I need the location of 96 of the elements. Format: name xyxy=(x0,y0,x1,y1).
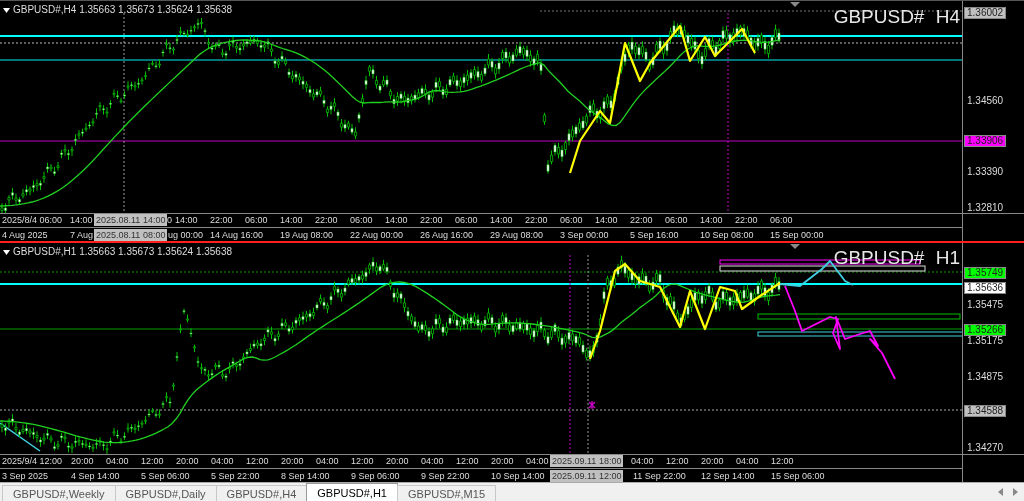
date-label: 19 Aug 08:00 xyxy=(280,229,334,241)
crosshair-time-label: 2025.09.11 18:00 xyxy=(550,455,624,467)
date-label: 14 Aug 16:00 xyxy=(210,229,264,241)
time-label: 2025/9/4 12:00 xyxy=(2,455,63,467)
date-label: 22 Aug 00:00 xyxy=(350,229,404,241)
date-label: 3 Sep 00:00 xyxy=(560,229,609,241)
time-label: 22:00 xyxy=(420,214,443,226)
date-label: 10 Sep 08:00 xyxy=(700,229,754,241)
chart-tab[interactable]: GBPUSD#,Weekly xyxy=(2,485,116,501)
price-label: 1.35475 xyxy=(966,299,1005,311)
time-label: 06:00 xyxy=(560,214,583,226)
price-label: 1.34270 xyxy=(966,442,1005,454)
date-label: 29 Aug 08:00 xyxy=(490,229,544,241)
scroll-right-icon[interactable] xyxy=(1013,488,1018,496)
date-label: 5 Sep 16:00 xyxy=(630,229,679,241)
time-label: 14:00 xyxy=(595,214,618,226)
date-label: 9 Sep 22:00 xyxy=(421,470,470,482)
crosshair-time-label: 2025.08.11 14:00 xyxy=(94,214,168,226)
time-label: 06:00 xyxy=(245,214,268,226)
time-label: 2025/8/4 06:00 xyxy=(2,214,63,226)
dropdown-triangle-icon[interactable] xyxy=(3,7,10,13)
date-label: 26 Aug 16:00 xyxy=(420,229,474,241)
time-label: 04:00 xyxy=(631,455,654,467)
date-label: 15 Sep 00:00 xyxy=(770,229,824,241)
time-label: 06:00 xyxy=(350,214,373,226)
price-tag: 1.33906 xyxy=(964,135,1007,147)
time-label: 0 xyxy=(167,214,172,226)
price-label: 1.34560 xyxy=(966,95,1005,107)
chart-tab[interactable]: GBPUSD#,H1 xyxy=(306,483,398,501)
date-label: 15 Sep 06:00 xyxy=(771,470,825,482)
price-tag: 1.34588 xyxy=(964,405,1007,417)
date-label: 8 Sep 14:00 xyxy=(281,470,330,482)
price-tag: 1.35266 xyxy=(964,324,1007,336)
crosshair-time-label: 2025.09.11 12:00 xyxy=(550,470,624,482)
date-label: ug 00:00 xyxy=(168,229,204,241)
time-label: 22:00 xyxy=(735,214,758,226)
star-icon xyxy=(588,400,596,410)
time-label: 22:00 xyxy=(210,214,233,226)
time-label: 04:00 xyxy=(421,455,444,467)
time-label: 14:00 xyxy=(385,214,408,226)
chart-tab[interactable]: GBPUSD#,Daily xyxy=(114,485,217,501)
time-label: 06:00 xyxy=(770,214,793,226)
date-label: 12 Sep 14:00 xyxy=(701,470,755,482)
time-label: 06:00 xyxy=(455,214,478,226)
time-label: 20:00 xyxy=(71,455,94,467)
time-label: 14:00 xyxy=(700,214,723,226)
price-label: 1.33390 xyxy=(966,166,1005,178)
chart-tab[interactable]: GBPUSD#,H4 xyxy=(215,485,308,501)
dropdown-triangle-icon[interactable] xyxy=(3,249,10,255)
time-label: 20:00 xyxy=(386,455,409,467)
chart-tab[interactable]: GBPUSD#,M15 xyxy=(397,485,496,501)
time-label: 14:00 xyxy=(490,214,513,226)
chart-title: GBPUSD# H4 xyxy=(833,6,960,28)
time-label: 12:00 xyxy=(771,455,794,467)
time-label: 14:00 xyxy=(70,214,93,226)
date-label: 5 Sep 06:00 xyxy=(141,470,190,482)
time-label: 04:00 xyxy=(211,455,234,467)
time-label: 22:00 xyxy=(525,214,548,226)
trend-line xyxy=(0,422,41,452)
price-label: 1.32810 xyxy=(966,202,1005,214)
time-label: 12:00 xyxy=(456,455,479,467)
price-label: 1.35175 xyxy=(966,335,1005,347)
time-label: 12:00 xyxy=(351,455,374,467)
chart-header: GBPUSD#,H4 1.35663 1.35673 1.35624 1.35638 xyxy=(13,4,233,16)
crosshair-time-label: 2025.08.11 08:00 xyxy=(94,229,168,241)
date-label: 7 Aug xyxy=(70,229,94,241)
price-tag: 1.36002 xyxy=(964,7,1007,19)
time-label: 20:00 xyxy=(701,455,724,467)
time-label: 06:00 xyxy=(665,214,688,226)
chart-header: GBPUSD#,H1 1.35663 1.35673 1.35624 1.35638 xyxy=(13,246,233,258)
price-label: 1.34875 xyxy=(966,371,1005,383)
price-tag: 1.35749 xyxy=(964,267,1007,279)
date-label: 11 Sep 22:00 xyxy=(633,470,686,482)
time-label: 20:00 xyxy=(176,455,199,467)
time-label: 20:00 xyxy=(281,455,304,467)
date-label: 10 Sep 14:00 xyxy=(491,470,545,482)
time-label: 04:00 xyxy=(526,455,549,467)
date-label: 4 Aug 2025 xyxy=(2,229,48,241)
date-label: 4 Sep 14:00 xyxy=(71,470,120,482)
date-label: 9 Sep 06:00 xyxy=(351,470,400,482)
time-label: 12:00 xyxy=(246,455,269,467)
time-label: 04:00 xyxy=(316,455,339,467)
time-label: 14:00 xyxy=(280,214,303,226)
time-label: 14:00 xyxy=(175,214,198,226)
time-label: 22:00 xyxy=(630,214,653,226)
date-label: 5 Sep 22:00 xyxy=(211,470,260,482)
time-label: 20:00 xyxy=(491,455,514,467)
time-label: 04:00 xyxy=(736,455,759,467)
price-tag: 1.35636 xyxy=(964,282,1007,294)
time-label: 22:00 xyxy=(315,214,338,226)
time-label: 12:00 xyxy=(141,455,164,467)
date-label: 3 Sep 2025 xyxy=(2,470,49,482)
time-label: 04:00 xyxy=(106,455,129,467)
scroll-left-icon[interactable] xyxy=(998,488,1003,496)
time-label: 12:00 xyxy=(666,455,689,467)
chart-title: GBPUSD# H1 xyxy=(833,247,960,269)
